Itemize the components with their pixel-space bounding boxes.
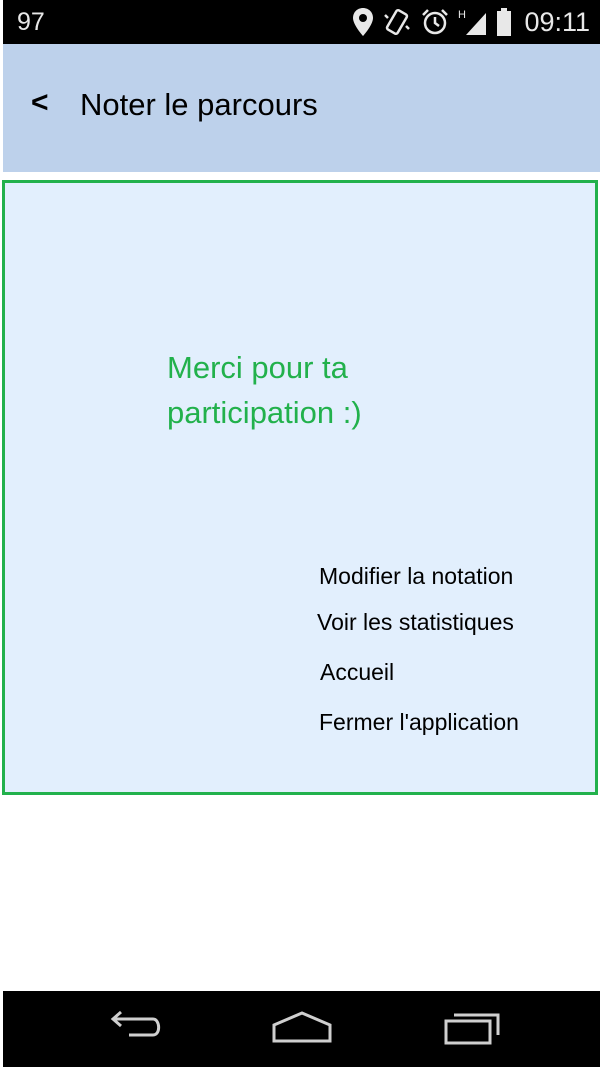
signal-h-icon: H: [458, 7, 488, 37]
modify-rating-button[interactable]: Modifier la notation: [319, 563, 513, 590]
location-icon: [352, 7, 374, 37]
home-icon: [270, 1009, 334, 1050]
svg-text:H: H: [458, 9, 466, 21]
vibrate-icon: [382, 7, 412, 37]
battery-icon: [496, 7, 512, 37]
notification-count: 97: [17, 8, 45, 36]
view-statistics-button[interactable]: Voir les statistiques: [317, 609, 514, 636]
status-bar: 97 H 09:11: [3, 0, 600, 44]
back-icon: [105, 1009, 165, 1050]
status-icons: H 09:11: [352, 4, 590, 40]
close-app-button[interactable]: Fermer l'application: [319, 709, 519, 736]
page-title: Noter le parcours: [80, 87, 318, 122]
alarm-icon: [420, 7, 450, 37]
back-button[interactable]: <: [31, 86, 49, 120]
app-bar: < Noter le parcours: [3, 44, 600, 172]
confirmation-card: Merci pour ta participation :) Modifier …: [2, 180, 598, 795]
navigation-bar: [3, 991, 600, 1067]
nav-recent-apps-button[interactable]: [438, 1009, 508, 1049]
home-button[interactable]: Accueil: [320, 659, 394, 686]
recent-apps-icon: [442, 1009, 504, 1050]
clock: 09:11: [524, 6, 590, 37]
thank-you-message: Merci pour ta participation :): [167, 350, 362, 430]
nav-back-button[interactable]: [100, 1009, 170, 1049]
nav-home-button[interactable]: [267, 1009, 337, 1049]
